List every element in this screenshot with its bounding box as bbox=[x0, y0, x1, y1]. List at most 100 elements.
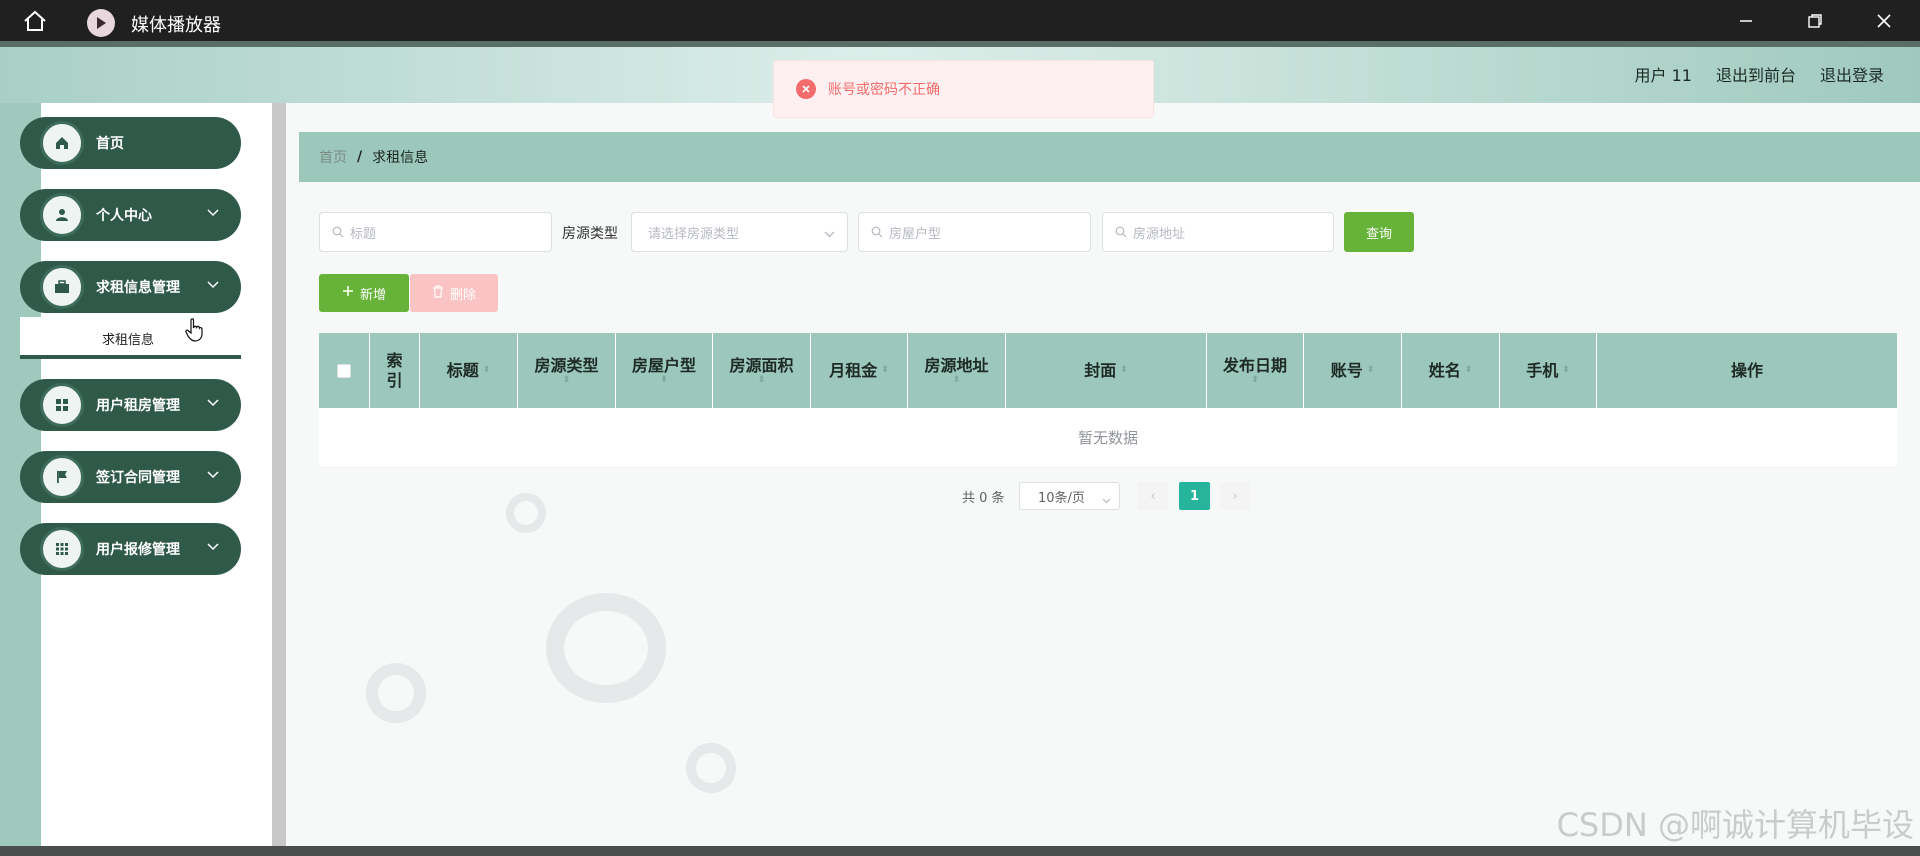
house-address-input[interactable]: 房源地址 bbox=[1102, 212, 1334, 252]
minimize-icon[interactable] bbox=[1733, 8, 1759, 34]
pagination-total: 共 0 条 bbox=[962, 491, 1005, 506]
sort-icon: ⬍ bbox=[1562, 365, 1570, 375]
sidebar-item-label: 用户报修管理 bbox=[96, 542, 180, 558]
column-header-name[interactable]: 姓名 ⬍ bbox=[1402, 333, 1500, 408]
breadcrumb-current: 求租信息 bbox=[372, 150, 429, 166]
sidebar-item-label: 求租信息管理 bbox=[96, 280, 180, 296]
page-size-select[interactable]: 10条/页 bbox=[1019, 482, 1120, 510]
chevron-down-icon bbox=[1102, 493, 1111, 508]
title-search-input[interactable]: 标题 bbox=[319, 212, 552, 252]
restore-icon[interactable] bbox=[1802, 8, 1828, 34]
empty-text: 暂无数据 bbox=[1077, 429, 1138, 447]
user-icon bbox=[40, 193, 84, 237]
sidebar-item-label: 用户租房管理 bbox=[96, 398, 180, 414]
apps-icon bbox=[40, 527, 84, 571]
sidebar-divider[interactable] bbox=[272, 103, 286, 856]
house-layout-placeholder: 房屋户型 bbox=[889, 226, 942, 242]
column-header-house-type[interactable]: 房源类型 ⬍ bbox=[518, 333, 616, 408]
column-header-index: 索引 bbox=[370, 333, 420, 408]
column-header-house-layout[interactable]: 房屋户型 ⬍ bbox=[616, 333, 713, 408]
add-button-label: 新增 bbox=[359, 287, 386, 303]
sidebar-item-home[interactable]: 首页 bbox=[20, 117, 241, 169]
query-button[interactable]: 查询 bbox=[1344, 212, 1414, 252]
delete-button[interactable]: 删除 bbox=[410, 274, 498, 312]
select-all-checkbox[interactable] bbox=[337, 363, 351, 378]
column-header-actions: 操作 bbox=[1730, 360, 1763, 380]
column-header-phone[interactable]: 手机 ⬍ bbox=[1500, 333, 1597, 408]
sidebar-item-contract-management[interactable]: 签订合同管理 bbox=[20, 451, 241, 503]
page-number-current[interactable]: 1 bbox=[1179, 482, 1210, 510]
bottom-bar bbox=[0, 846, 1920, 856]
decorative-circle bbox=[686, 743, 736, 793]
chevron-down-icon bbox=[824, 227, 835, 242]
window-title: 媒体播放器 bbox=[131, 15, 221, 36]
house-type-label: 房源类型 bbox=[562, 226, 618, 242]
home-icon[interactable] bbox=[22, 10, 48, 32]
search-icon bbox=[1115, 226, 1127, 238]
column-header-publish-date[interactable]: 发布日期 ⬍ bbox=[1207, 333, 1304, 408]
error-message: 账号或密码不正确 bbox=[773, 60, 1154, 118]
select-all-cell[interactable] bbox=[319, 333, 370, 408]
close-icon[interactable] bbox=[1871, 8, 1897, 34]
sidebar-item-label: 签订合同管理 bbox=[96, 470, 180, 486]
decorative-circle bbox=[546, 593, 666, 703]
sort-icon: ⬍ bbox=[1251, 375, 1259, 385]
column-header-address[interactable]: 房源地址 ⬍ bbox=[908, 333, 1006, 408]
next-page-button[interactable]: › bbox=[1220, 482, 1250, 510]
breadcrumb: 首页 / 求租信息 bbox=[299, 132, 1920, 182]
sort-icon: ⬍ bbox=[482, 365, 491, 375]
decorative-circle bbox=[366, 663, 426, 723]
hand-cursor-icon bbox=[185, 318, 203, 346]
sidebar-item-label: 首页 bbox=[96, 136, 124, 152]
house-type-select[interactable]: 请选择房源类型 bbox=[631, 212, 848, 252]
table-header: 索引 标题 ⬍ 房源类型 ⬍ 房屋户型 ⬍ 房源面积 ⬍ 月租金 ⬍ 房源地址 ⬍ 封面 ⬍ … bbox=[319, 333, 1897, 408]
house-layout-input[interactable]: 房屋户型 bbox=[858, 212, 1091, 252]
sort-icon: ⬍ bbox=[660, 375, 668, 385]
sidebar-subitem-label: 求租信息 bbox=[102, 333, 155, 348]
exit-to-front-link[interactable]: 退出到前台 bbox=[1716, 62, 1796, 86]
house-type-placeholder: 请选择房源类型 bbox=[648, 226, 740, 242]
breadcrumb-separator: / bbox=[357, 149, 363, 165]
prev-page-button[interactable]: ‹ bbox=[1138, 482, 1168, 510]
sidebar-item-user-rental-management[interactable]: 用户租房管理 bbox=[20, 379, 241, 431]
home-icon bbox=[40, 121, 84, 165]
error-message-text: 账号或密码不正确 bbox=[828, 82, 940, 98]
logout-link[interactable]: 退出登录 bbox=[1820, 62, 1884, 86]
error-circle-icon bbox=[796, 79, 816, 99]
decorative-circle bbox=[506, 493, 546, 533]
column-header-account[interactable]: 账号 ⬍ bbox=[1304, 333, 1402, 408]
plus-icon bbox=[342, 285, 354, 301]
table-empty-row: 暂无数据 bbox=[319, 408, 1897, 468]
column-header-cover[interactable]: 封面 ⬍ bbox=[1006, 333, 1207, 408]
sort-icon: ⬍ bbox=[881, 365, 889, 375]
sort-icon: ⬍ bbox=[562, 375, 571, 385]
briefcase-icon bbox=[40, 265, 84, 309]
chevron-down-icon bbox=[207, 539, 219, 555]
sort-icon: ⬍ bbox=[1464, 365, 1473, 375]
column-header-monthly-rent[interactable]: 月租金 ⬍ bbox=[811, 333, 908, 408]
rental-request-table: 索引 标题 ⬍ 房源类型 ⬍ 房屋户型 ⬍ 房源面积 ⬍ 月租金 ⬍ 房源地址 ⬍ 封面 ⬍ … bbox=[319, 333, 1897, 468]
column-header-area[interactable]: 房源面积 ⬍ bbox=[713, 333, 811, 408]
search-icon bbox=[871, 226, 883, 238]
sort-icon: ⬍ bbox=[1120, 365, 1128, 375]
sidebar-item-repair-management[interactable]: 用户报修管理 bbox=[20, 523, 241, 575]
breadcrumb-home[interactable]: 首页 bbox=[319, 147, 347, 167]
header-links: 用户 11 退出到前台 退出登录 bbox=[1635, 62, 1884, 86]
window-titlebar: 媒体播放器 bbox=[0, 0, 1920, 41]
chevron-down-icon bbox=[207, 205, 219, 221]
flag-icon bbox=[40, 455, 84, 499]
sidebar-item-rental-request-management[interactable]: 求租信息管理 bbox=[20, 261, 241, 313]
title-placeholder: 标题 bbox=[350, 226, 377, 242]
trash-icon bbox=[432, 284, 444, 302]
sidebar-item-label: 个人中心 bbox=[96, 208, 152, 224]
column-header-title[interactable]: 标题 ⬍ bbox=[420, 333, 518, 408]
chevron-down-icon bbox=[207, 467, 219, 483]
sidebar-subitem-rental-request[interactable]: 求租信息 bbox=[20, 317, 241, 359]
house-address-placeholder: 房源地址 bbox=[1133, 226, 1186, 242]
current-user[interactable]: 用户 11 bbox=[1635, 62, 1692, 86]
add-button[interactable]: 新增 bbox=[319, 274, 409, 312]
sidebar-item-personal-center[interactable]: 个人中心 bbox=[20, 189, 241, 241]
media-player-icon bbox=[87, 9, 115, 37]
sort-icon: ⬍ bbox=[1366, 365, 1375, 375]
chevron-down-icon bbox=[207, 277, 219, 293]
